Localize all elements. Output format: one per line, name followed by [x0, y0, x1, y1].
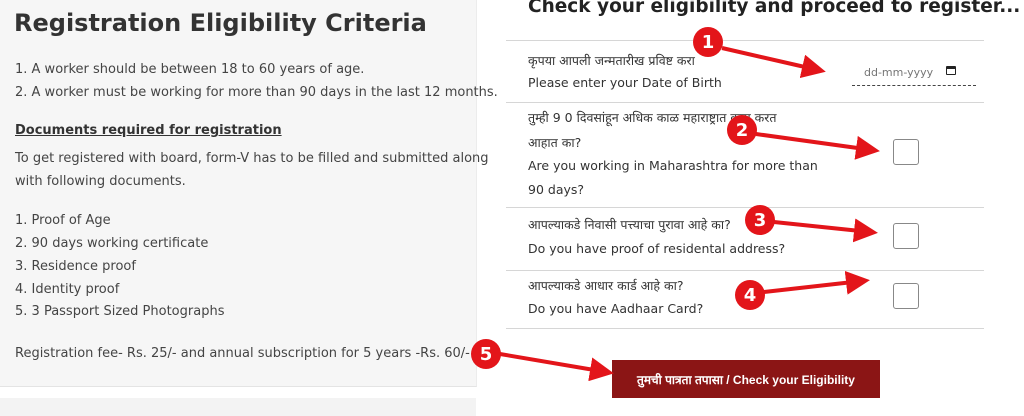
annotation-arrows [499, 46, 880, 382]
arrow-4 [763, 270, 870, 295]
annotation-badge-1: 1 [693, 27, 723, 57]
annotation-badge-2: 2 [727, 115, 757, 145]
arrow-3 [773, 218, 878, 243]
annotation-badge-5: 5 [471, 339, 501, 369]
arrow-1 [721, 46, 826, 79]
annotation-badge-4: 4 [735, 280, 765, 310]
arrow-2 [755, 132, 880, 160]
annotation-badge-3: 3 [745, 205, 775, 235]
arrow-5 [499, 352, 614, 382]
